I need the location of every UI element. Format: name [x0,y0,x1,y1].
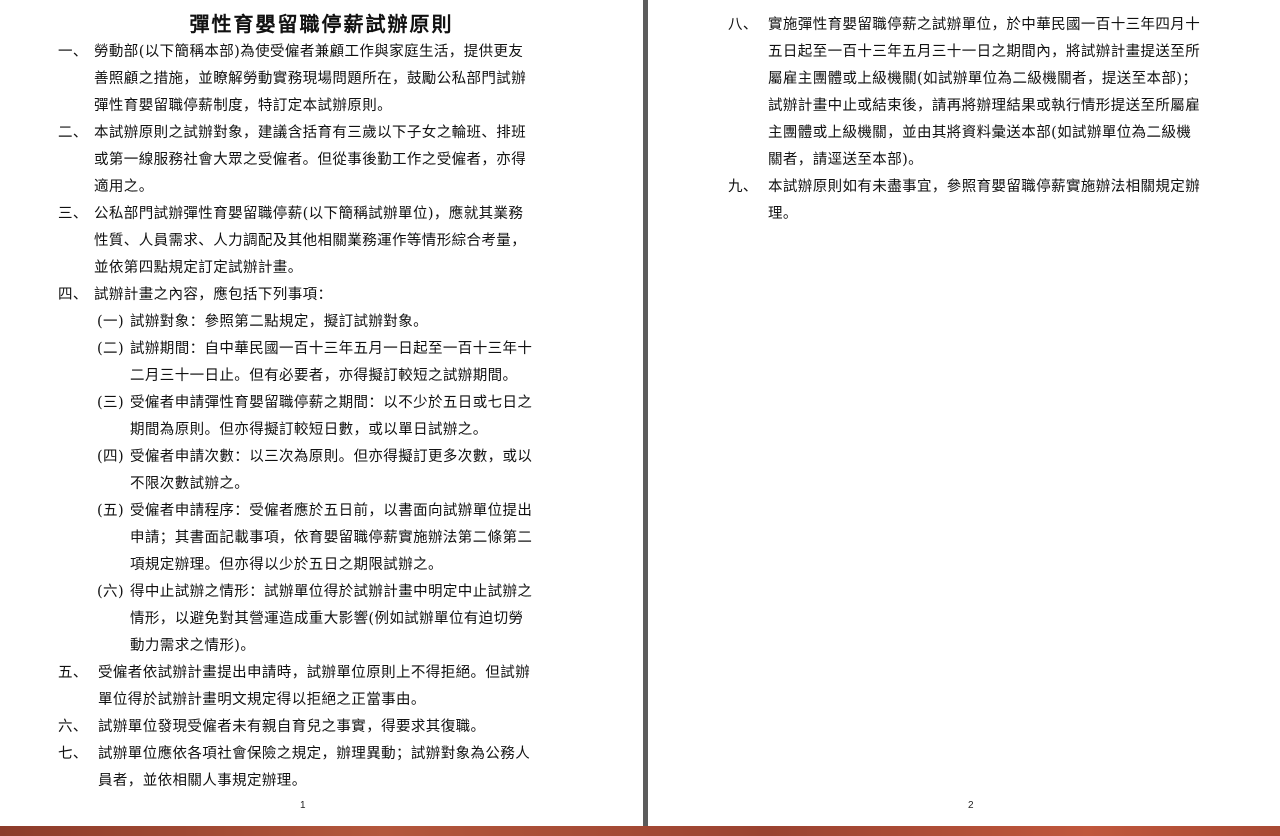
clause-label: 八、 [728,17,758,33]
subclause-line: 受僱者申請彈性育嬰留職停薪之期間：以不少於五日或七日之 [130,395,533,411]
clause-line: 理。 [768,206,798,222]
clause-label: 二、 [58,125,88,141]
page-2[interactable]: 八、 實施彈性育嬰留職停薪之試辦單位，於中華民國一百十三年四月十 五日起至一百十… [648,0,1280,826]
clause-label: 五、 [58,665,88,681]
clause-5: 五、 受僱者依試辦計畫提出申請時，試辦單位原則上不得拒絕。但試辦 單位得於試辦計… [58,660,550,714]
clause-3: 三、 公私部門試辦彈性育嬰留職停薪(以下簡稱試辦單位)，應就其業務 性質、人員需… [58,201,550,282]
subclause-6: (六) 得中止試辦之情形：試辦單位得於試辦計畫中明定中止試辦之 情形，以避免對其… [97,579,550,660]
clause-label: 六、 [58,719,88,735]
subclause-label: (二) [97,341,125,357]
clause-line: 試辦計畫中止或結束後，請再將辦理結果或執行情形提送至所屬雇 [768,98,1201,114]
subclause-5: (五) 受僱者申請程序：受僱者應於五日前，以書面向試辦單位提出 申請；其書面記載… [97,498,550,579]
clause-line: 性質、人員需求、人力調配及其他相關業務運作等情形綜合考量， [94,233,527,249]
clause-line: 主團體或上級機關，並由其將資料彙送本部(如試辦單位為二級機 [768,125,1192,141]
taskbar-strip [0,826,1280,836]
clause-line: 實施彈性育嬰留職停薪之試辦單位，於中華民國一百十三年四月十 [768,17,1201,33]
subclause-line: 情形，以避免對其營運造成重大影響(例如試辦單位有迫切勞 [130,611,524,627]
clause-line: 本試辦原則之試辦對象，建議含括育有三歲以下子女之輪班、排班 [94,125,527,141]
subclause-line: 受僱者申請程序：受僱者應於五日前，以書面向試辦單位提出 [130,503,533,519]
clause-label: 四、 [58,287,88,303]
page-number: 2 [968,800,974,811]
clause-9: 九、 本試辦原則如有未盡事宜，參照育嬰留職停薪實施辦法相關規定辦 理。 [728,174,1218,228]
subclause-line: 期間為原則。但亦得擬訂較短日數，或以單日試辦之。 [130,422,488,438]
clause-line: 試辦計畫之內容，應包括下列事項： [94,287,333,303]
subclause-line: 受僱者申請次數：以三次為原則。但亦得擬訂更多次數，或以 [130,449,533,465]
clause-line: 並依第四點規定訂定試辦計畫。 [94,260,303,276]
subclause-line: 二月三十一日止。但有必要者，亦得擬訂較短之試辦期間。 [130,368,518,384]
page-number: 1 [300,800,306,811]
clause-label: 七、 [58,746,88,762]
document-viewer[interactable]: 彈性育嬰留職停薪試辦原則 一、 勞動部(以下簡稱本部)為使受僱者兼顧工作與家庭生… [0,0,1280,826]
subclause-line: 得中止試辦之情形：試辦單位得於試辦計畫中明定中止試辦之 [130,584,533,600]
subclause-line: 申請；其書面記載事項，依育嬰留職停薪實施辦法第二條第二 [130,530,533,546]
clause-label: 九、 [728,179,758,195]
clause-line: 勞動部(以下簡稱本部)為使受僱者兼顧工作與家庭生活，提供更友 [94,44,524,60]
subclause-line: 動力需求之情形)。 [130,638,256,654]
subclause-label: (六) [97,584,125,600]
subclause-line: 項規定辦理。但亦得以少於五日之期限試辦之。 [130,557,443,573]
subclause-label: (一) [97,314,125,330]
clause-line: 員者，並依相關人事規定辦理。 [98,773,307,789]
subclause-line: 不限次數試辦之。 [130,476,250,492]
clause-line: 公私部門試辦彈性育嬰留職停薪(以下簡稱試辦單位)，應就其業務 [94,206,524,222]
clause-line: 彈性育嬰留職停薪制度，特訂定本試辦原則。 [94,98,392,114]
clause-line: 屬雇主團體或上級機關(如試辦單位為二級機關者，提送至本部)； [768,71,1198,87]
subclause-label: (五) [97,503,125,519]
subclause-3: (三) 受僱者申請彈性育嬰留職停薪之期間：以不少於五日或七日之 期間為原則。但亦… [97,390,550,444]
clause-2: 二、 本試辦原則之試辦對象，建議含括育有三歲以下子女之輪班、排班 或第一線服務社… [58,120,550,201]
clause-4: 四、 試辦計畫之內容，應包括下列事項： [58,282,550,309]
clause-label: 三、 [58,206,88,222]
subclause-line: 試辦對象：參照第二點規定，擬訂試辦對象。 [130,314,428,330]
clause-line: 受僱者依試辦計畫提出申請時，試辦單位原則上不得拒絕。但試辦 [98,665,531,681]
clause-line: 本試辦原則如有未盡事宜，參照育嬰留職停薪實施辦法相關規定辦 [768,179,1201,195]
clause-1: 一、 勞動部(以下簡稱本部)為使受僱者兼顧工作與家庭生活，提供更友 善照顧之措施… [58,39,550,120]
subclause-2: (二) 試辦期間：自中華民國一百十三年五月一日起至一百十三年十 二月三十一日止。… [97,336,550,390]
subclause-4: (四) 受僱者申請次數：以三次為原則。但亦得擬訂更多次數，或以 不限次數試辦之。 [97,444,550,498]
clause-7: 七、 試辦單位應依各項社會保險之規定，辦理異動；試辦對象為公務人 員者，並依相關… [58,741,550,795]
subclause-label: (四) [97,449,125,465]
subclause-label: (三) [97,395,125,411]
clause-line: 試辦單位發現受僱者未有親自育兒之事實，得要求其復職。 [98,719,486,735]
subclause-1: (一) 試辦對象：參照第二點規定，擬訂試辦對象。 [97,309,550,336]
subclause-line: 試辦期間：自中華民國一百十三年五月一日起至一百十三年十 [130,341,533,357]
clause-line: 單位得於試辦計畫明文規定得以拒絕之正當事由。 [98,692,426,708]
clause-8: 八、 實施彈性育嬰留職停薪之試辦單位，於中華民國一百十三年四月十 五日起至一百十… [728,12,1218,174]
clause-line: 關者，請逕送至本部)。 [768,152,924,168]
clause-line: 善照顧之措施，並瞭解勞動實務現場問題所在，鼓勵公私部門試辦 [94,71,527,87]
clause-line: 或第一線服務社會大眾之受僱者。但從事後勤工作之受僱者，亦得 [94,152,527,168]
clause-6: 六、 試辦單位發現受僱者未有親自育兒之事實，得要求其復職。 [58,714,550,741]
clause-line: 五日起至一百十三年五月三十一日之期間內，將試辦計畫提送至所 [768,44,1201,60]
clause-label: 一、 [58,44,88,60]
clause-line: 試辦單位應依各項社會保險之規定，辦理異動；試辦對象為公務人 [98,746,531,762]
page-1[interactable]: 彈性育嬰留職停薪試辦原則 一、 勞動部(以下簡稱本部)為使受僱者兼顧工作與家庭生… [0,0,643,826]
document-title: 彈性育嬰留職停薪試辦原則 [189,12,454,36]
clause-line: 適用之。 [94,179,154,195]
